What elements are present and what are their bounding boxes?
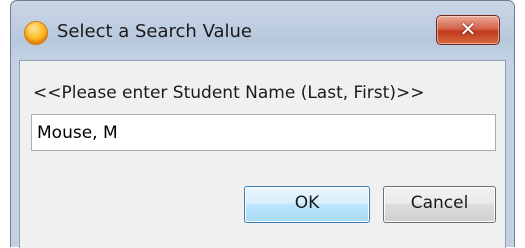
window-title: Select a Search Value xyxy=(57,21,252,42)
close-button[interactable]: ✕ xyxy=(436,15,500,45)
prompt-label: <<Please enter Student Name (Last, First… xyxy=(33,83,425,103)
student-name-input[interactable] xyxy=(31,114,496,151)
cancel-button[interactable]: Cancel xyxy=(383,186,496,223)
orange-circle-icon xyxy=(25,22,47,44)
dialog-body: <<Please enter Student Name (Last, First… xyxy=(19,60,506,248)
title-bar[interactable]: Select a Search Value ✕ xyxy=(11,1,514,61)
close-icon: ✕ xyxy=(459,17,477,41)
search-value-dialog: Select a Search Value ✕ <<Please enter S… xyxy=(10,0,515,248)
ok-button[interactable]: OK xyxy=(244,186,370,223)
